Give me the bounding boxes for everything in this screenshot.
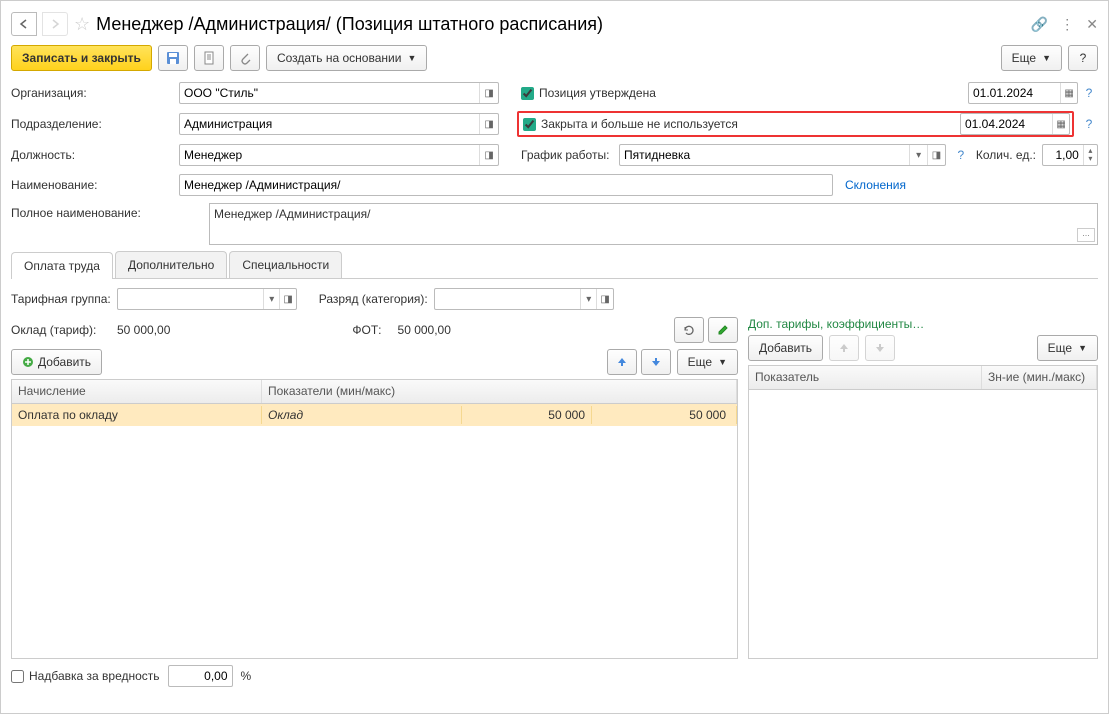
name-label: Наименование: — [11, 178, 173, 192]
units-label: Колич. ед.: — [976, 148, 1036, 162]
more-label: Еще — [1048, 341, 1072, 355]
chevron-down-icon: ▼ — [1078, 343, 1087, 353]
open-icon[interactable]: ◨ — [279, 289, 295, 309]
closed-label: Закрыта и больше не используется — [541, 117, 738, 131]
approved-checkbox[interactable] — [521, 87, 534, 100]
more-accrual-button[interactable]: Еще ▼ — [677, 349, 738, 375]
approved-label: Позиция утверждена — [539, 86, 656, 100]
organization-input[interactable] — [180, 83, 479, 103]
cell-indicator: Оклад — [262, 406, 462, 424]
additional-tariffs-link[interactable]: Доп. тарифы, коэффициенты… — [748, 317, 1098, 331]
page-title: Менеджер /Администрация/ (Позиция штатно… — [96, 14, 603, 35]
create-based-on-button[interactable]: Создать на основании ▼ — [266, 45, 427, 71]
more-indicator-button[interactable]: Еще ▼ — [1037, 335, 1098, 361]
link-icon[interactable]: 🔗 — [1031, 16, 1048, 33]
salary-label: Оклад (тариф): — [11, 323, 111, 337]
cell-accrual: Оплата по окладу — [12, 406, 262, 424]
closed-date-input[interactable] — [961, 114, 1052, 134]
salary-value: 50 000,00 — [117, 323, 170, 337]
tab-additional[interactable]: Дополнительно — [115, 251, 227, 278]
help-icon[interactable]: ? — [952, 145, 970, 165]
open-icon[interactable]: ◨ — [479, 145, 498, 165]
units-input[interactable] — [1043, 145, 1083, 165]
move-down-button-2[interactable] — [865, 335, 895, 361]
add-accrual-button[interactable]: Добавить — [11, 349, 102, 375]
move-up-button[interactable] — [607, 349, 637, 375]
chevron-down-icon: ▼ — [718, 357, 727, 367]
harm-bonus-checkbox[interactable] — [11, 670, 24, 683]
add-indicator-button[interactable]: Добавить — [748, 335, 823, 361]
dropdown-icon[interactable]: ▾ — [909, 145, 927, 165]
grade-input[interactable] — [435, 289, 580, 309]
expand-icon[interactable]: … — [1077, 228, 1095, 242]
col-indicators: Показатели (мин/макс) — [262, 380, 737, 403]
schedule-input[interactable] — [620, 145, 909, 165]
cell-max: 50 000 — [592, 406, 737, 424]
subdivision-label: Подразделение: — [11, 117, 173, 131]
favorite-star-icon[interactable]: ☆ — [74, 14, 90, 35]
more-label: Еще — [1012, 51, 1036, 65]
save-and-close-button[interactable]: Записать и закрыть — [11, 45, 152, 71]
open-icon[interactable]: ◨ — [479, 83, 498, 103]
chevron-down-icon: ▼ — [407, 53, 416, 63]
closed-checkbox[interactable] — [523, 118, 536, 131]
calendar-icon[interactable]: ▦ — [1060, 83, 1077, 103]
harm-bonus-input[interactable] — [169, 666, 232, 686]
schedule-label: График работы: — [521, 148, 613, 162]
col-accrual: Начисление — [12, 380, 262, 403]
add-label: Добавить — [38, 355, 91, 369]
col-value: Зн-ие (мин./макс) — [982, 366, 1097, 389]
edit-button[interactable] — [708, 317, 738, 343]
stepper-icon[interactable]: ▴▾ — [1083, 145, 1097, 165]
declensions-link[interactable]: Склонения — [845, 178, 906, 192]
move-up-button-2[interactable] — [829, 335, 859, 361]
col-indicator: Показатель — [749, 366, 982, 389]
tab-specialties[interactable]: Специальности — [229, 251, 342, 278]
close-icon[interactable]: ✕ — [1086, 16, 1098, 33]
document-button[interactable] — [194, 45, 224, 71]
full-name-value: Менеджер /Администрация/ — [214, 207, 370, 221]
help-button[interactable]: ? — [1068, 45, 1098, 71]
position-label: Должность: — [11, 148, 173, 162]
nav-back-button[interactable] — [11, 12, 37, 36]
organization-label: Организация: — [11, 86, 173, 100]
tariff-group-input[interactable] — [118, 289, 263, 309]
name-input[interactable] — [180, 175, 832, 195]
create-based-label: Создать на основании — [277, 51, 402, 65]
save-button[interactable] — [158, 45, 188, 71]
grade-label: Разряд (категория): — [319, 292, 428, 306]
help-icon[interactable]: ? — [1080, 83, 1098, 103]
more-button[interactable]: Еще ▼ — [1001, 45, 1062, 71]
chevron-down-icon: ▼ — [1042, 53, 1051, 63]
position-input[interactable] — [180, 145, 479, 165]
tariff-group-label: Тарифная группа: — [11, 292, 111, 306]
calendar-icon[interactable]: ▦ — [1052, 114, 1069, 134]
nav-forward-button[interactable] — [42, 12, 68, 36]
subdivision-input[interactable] — [180, 114, 479, 134]
refresh-button[interactable] — [674, 317, 704, 343]
move-down-button[interactable] — [641, 349, 671, 375]
fot-value: 50 000,00 — [398, 323, 451, 337]
open-icon[interactable]: ◨ — [596, 289, 612, 309]
harm-bonus-label: Надбавка за вредность — [29, 669, 160, 683]
fot-label: ФОТ: — [352, 323, 381, 337]
full-name-textarea[interactable]: Менеджер /Администрация/ … — [209, 203, 1098, 245]
full-name-label: Полное наименование: — [11, 203, 203, 220]
table-row[interactable]: Оплата по окладу Оклад 50 000 50 000 — [12, 404, 737, 426]
dropdown-icon[interactable]: ▾ — [263, 289, 279, 309]
kebab-menu-icon[interactable]: ⋮ — [1060, 16, 1074, 33]
help-icon[interactable]: ? — [1080, 114, 1098, 134]
dropdown-icon[interactable]: ▾ — [580, 289, 596, 309]
more-label: Еще — [688, 355, 712, 369]
open-icon[interactable]: ◨ — [927, 145, 945, 165]
attachment-button[interactable] — [230, 45, 260, 71]
cell-min: 50 000 — [462, 406, 592, 424]
tab-pay[interactable]: Оплата труда — [11, 252, 113, 279]
open-icon[interactable]: ◨ — [479, 114, 498, 134]
percent-label: % — [241, 669, 252, 683]
approved-date-input[interactable] — [969, 83, 1060, 103]
